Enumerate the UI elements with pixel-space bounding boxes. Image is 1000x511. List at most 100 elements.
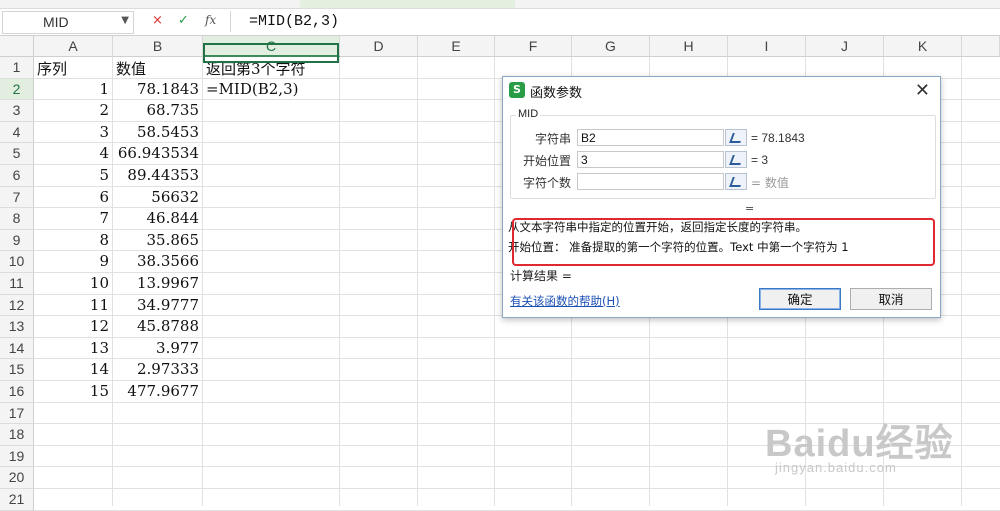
column-header-f[interactable]: F <box>495 36 572 57</box>
arg-label-start: 开始位置 <box>522 154 571 168</box>
cell-a9[interactable]: 8 <box>34 231 109 249</box>
row-gridline <box>34 488 1000 489</box>
row-header-2[interactable]: 2 <box>0 78 34 101</box>
cell-b9[interactable]: 35.865 <box>113 231 200 249</box>
cell-a16[interactable]: 15 <box>34 382 109 400</box>
column-gridline <box>417 57 418 506</box>
arg-result-text: = 78.1843 <box>751 131 805 145</box>
row-header-1[interactable]: 1 <box>0 57 34 79</box>
collapse-dialog-icon[interactable] <box>725 129 747 146</box>
select-all-corner[interactable] <box>0 36 34 57</box>
column-header-d[interactable]: D <box>340 36 418 57</box>
row-header-19[interactable]: 19 <box>0 445 34 468</box>
column-header-g[interactable]: G <box>572 36 650 57</box>
cell-b7[interactable]: 56632 <box>113 188 199 206</box>
row-header-11[interactable]: 11 <box>0 273 34 295</box>
cell-b11[interactable]: 13.9967 <box>113 274 199 292</box>
row-header-13[interactable]: 13 <box>0 316 34 338</box>
dialog-titlebar[interactable]: S 函数参数 ✕ <box>503 77 940 105</box>
cell-a13[interactable]: 12 <box>34 317 109 335</box>
close-icon[interactable]: ✕ <box>915 80 930 101</box>
name-box[interactable]: MID ▼ <box>2 11 134 34</box>
cancel-formula-icon[interactable]: × <box>152 13 163 28</box>
column-gridline <box>961 57 962 506</box>
cell-b3[interactable]: 68.735 <box>113 101 200 119</box>
cell-a7[interactable]: 6 <box>34 188 109 206</box>
cell-a5[interactable]: 4 <box>34 144 109 162</box>
cell-b14[interactable]: 3.977 <box>113 339 199 357</box>
row-header-4[interactable]: 4 <box>0 121 34 144</box>
row-header-3[interactable]: 3 <box>0 100 34 122</box>
cell-a4[interactable]: 3 <box>34 123 109 141</box>
cell-a8[interactable]: 7 <box>34 209 109 227</box>
confirm-formula-icon[interactable]: ✓ <box>178 13 189 28</box>
cell-a11[interactable]: 10 <box>34 274 109 292</box>
arg-input-count[interactable] <box>577 173 724 190</box>
column-header-h[interactable]: H <box>650 36 728 57</box>
row-header-21[interactable]: 21 <box>0 489 34 511</box>
cancel-button[interactable]: 取消 <box>850 288 932 310</box>
row-header-16[interactable]: 16 <box>0 381 34 403</box>
row-header-15[interactable]: 15 <box>0 359 34 381</box>
collapse-dialog-icon[interactable] <box>725 173 747 190</box>
row-header-20[interactable]: 20 <box>0 467 34 489</box>
column-header-j[interactable]: J <box>806 36 884 57</box>
row-header-5[interactable]: 5 <box>0 143 34 165</box>
cell-a12[interactable]: 11 <box>34 296 109 314</box>
formula-text: =MID(B2,3) <box>249 13 340 30</box>
active-cell-cursor <box>203 43 339 63</box>
cell-a14[interactable]: 13 <box>34 339 109 357</box>
column-gridline <box>339 57 340 506</box>
top-toolbar-strip <box>0 0 1000 9</box>
arg-input-start[interactable]: 3 <box>577 151 724 168</box>
arg-result-count: = 数值 <box>751 176 789 190</box>
cell-a1[interactable]: 序列 <box>37 58 107 79</box>
cell-b8[interactable]: 46.844 <box>113 209 200 227</box>
cell-a10[interactable]: 9 <box>34 252 109 270</box>
ok-button[interactable]: 确定 <box>759 288 841 310</box>
row-header-12[interactable]: 12 <box>0 294 34 317</box>
row-header-9[interactable]: 9 <box>0 229 34 252</box>
column-gridline <box>202 57 203 506</box>
cell-c2[interactable]: =MID(B2,3) <box>206 80 336 98</box>
cell-b16[interactable]: 477.9677 <box>113 382 199 400</box>
formula-input[interactable]: =MID(B2,3) <box>230 11 999 32</box>
cell-b1[interactable]: 数值 <box>116 58 196 79</box>
formula-result-equals: = <box>745 202 755 215</box>
cell-b12[interactable]: 34.9777 <box>113 296 199 314</box>
collapse-dialog-icon[interactable] <box>725 151 747 168</box>
arg-input-text[interactable]: B2 <box>577 129 724 146</box>
row-header-10[interactable]: 10 <box>0 251 34 273</box>
cell-a3[interactable]: 2 <box>34 101 109 119</box>
cell-b4[interactable]: 58.5453 <box>113 123 199 141</box>
row-header-14[interactable]: 14 <box>0 337 34 360</box>
column-header-e[interactable]: E <box>418 36 495 57</box>
name-box-value: MID <box>43 14 69 30</box>
column-gridline <box>494 57 495 506</box>
column-header-i[interactable]: I <box>728 36 806 57</box>
cell-b5[interactable]: 66.943534 <box>113 144 199 162</box>
dialog-title: 函数参数 <box>530 86 583 101</box>
cell-a6[interactable]: 5 <box>34 166 109 184</box>
row-header-6[interactable]: 6 <box>0 165 34 187</box>
cell-b15[interactable]: 2.97333 <box>113 360 199 378</box>
row-gridline <box>34 401 1000 403</box>
insert-function-icon[interactable]: fx <box>205 13 216 27</box>
row-header-7[interactable]: 7 <box>0 186 34 209</box>
column-header-b[interactable]: B <box>113 36 203 57</box>
column-header-a[interactable]: A <box>34 36 113 57</box>
cell-b2[interactable]: 78.1843 <box>113 80 199 98</box>
cell-b10[interactable]: 38.3566 <box>113 252 199 270</box>
cell-b6[interactable]: 89.44353 <box>113 166 199 184</box>
row-header-17[interactable]: 17 <box>0 402 34 425</box>
watermark-url: jingyan.baidu.com <box>775 460 897 475</box>
cell-b13[interactable]: 45.8788 <box>113 317 199 335</box>
row-gridline <box>34 380 1000 381</box>
cell-a2[interactable]: 1 <box>34 80 109 98</box>
row-header-18[interactable]: 18 <box>0 424 34 446</box>
column-header-k[interactable]: K <box>884 36 962 57</box>
row-header-8[interactable]: 8 <box>0 208 34 230</box>
function-help-link[interactable]: 有关该函数的帮助(H) <box>510 293 620 309</box>
chevron-down-icon[interactable]: ▼ <box>121 15 129 26</box>
cell-a15[interactable]: 14 <box>34 360 109 378</box>
